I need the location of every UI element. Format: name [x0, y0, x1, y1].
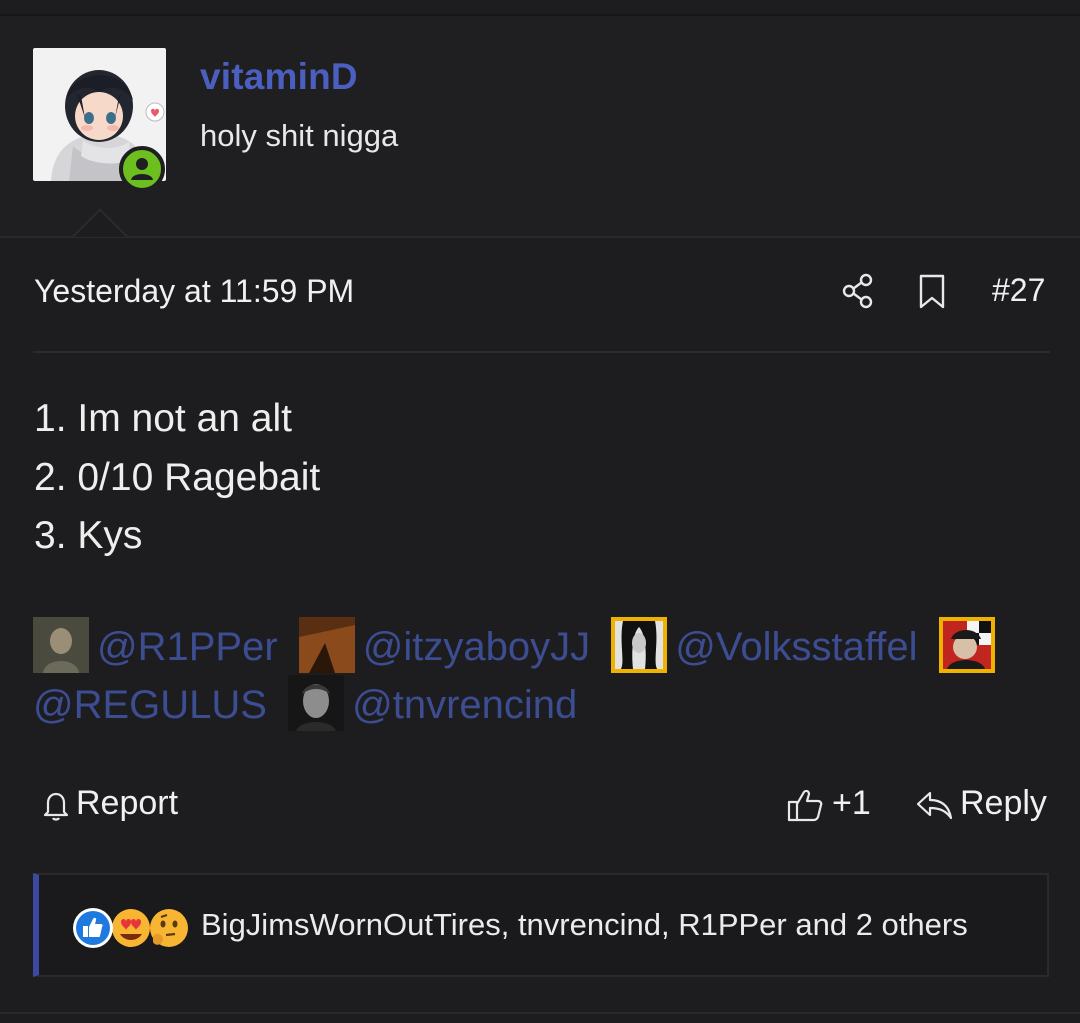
- author-user-title: holy shit nigga: [200, 118, 399, 153]
- report-button[interactable]: Report: [40, 784, 178, 823]
- like-count: +1: [832, 784, 871, 822]
- mention-link[interactable]: @tnvrencind: [352, 683, 577, 727]
- post-body-line: 3. Kys: [34, 514, 143, 557]
- share-icon[interactable]: [840, 272, 876, 310]
- reply-arrow-icon: [914, 787, 954, 823]
- mention-avatar[interactable]: [611, 617, 668, 674]
- reaction-icons: [71, 906, 193, 950]
- reply-button[interactable]: Reply: [914, 784, 1047, 823]
- online-status-badge: [119, 146, 165, 192]
- reply-label: Reply: [960, 784, 1047, 822]
- bell-icon: [40, 788, 72, 822]
- post-number-link[interactable]: #27: [992, 272, 1045, 309]
- bookmark-icon[interactable]: [916, 273, 948, 311]
- bottom-divider: [0, 1012, 1080, 1014]
- header-divider: [0, 236, 1080, 238]
- content-divider: [33, 351, 1050, 353]
- like-icon: [73, 908, 113, 948]
- mention-link[interactable]: @REGULUS: [33, 683, 267, 727]
- author-username[interactable]: vitaminD: [200, 56, 358, 98]
- mention-avatar[interactable]: [288, 675, 345, 732]
- reactions-bar[interactable]: BigJimsWornOutTires, tnvrencind, R1PPer …: [33, 873, 1049, 977]
- thumbs-up-icon: [786, 786, 824, 824]
- user-online-icon: [131, 158, 153, 180]
- reactions-summary[interactable]: BigJimsWornOutTires, tnvrencind, R1PPer …: [201, 907, 968, 943]
- mention-avatar[interactable]: [33, 617, 89, 674]
- mention-link[interactable]: @R1PPer: [97, 625, 278, 669]
- thinking-icon: [150, 909, 188, 947]
- like-button[interactable]: +1: [786, 784, 871, 824]
- post-body-list: 1. Im not an alt 2. 0/10 Ragebait 3. Kys: [34, 390, 320, 566]
- post-body-line: 2. 0/10 Ragebait: [34, 455, 321, 499]
- love-eyes-icon: [112, 909, 150, 947]
- post-body-line: 1. Im not an alt: [34, 397, 292, 440]
- author-arrow-inner: [74, 211, 126, 237]
- mention-avatar[interactable]: [938, 617, 995, 674]
- mention-link[interactable]: @Volksstaffel: [675, 625, 917, 669]
- mention-avatar[interactable]: [298, 617, 355, 674]
- post-timestamp[interactable]: Yesterday at 11:59 PM: [34, 273, 354, 310]
- mention-link[interactable]: @itzyaboyJJ: [363, 625, 590, 669]
- mentions-block: @R1PPer @itzyaboyJJ @Volksstaffel @REGUL…: [33, 617, 1063, 734]
- report-label: Report: [76, 784, 179, 822]
